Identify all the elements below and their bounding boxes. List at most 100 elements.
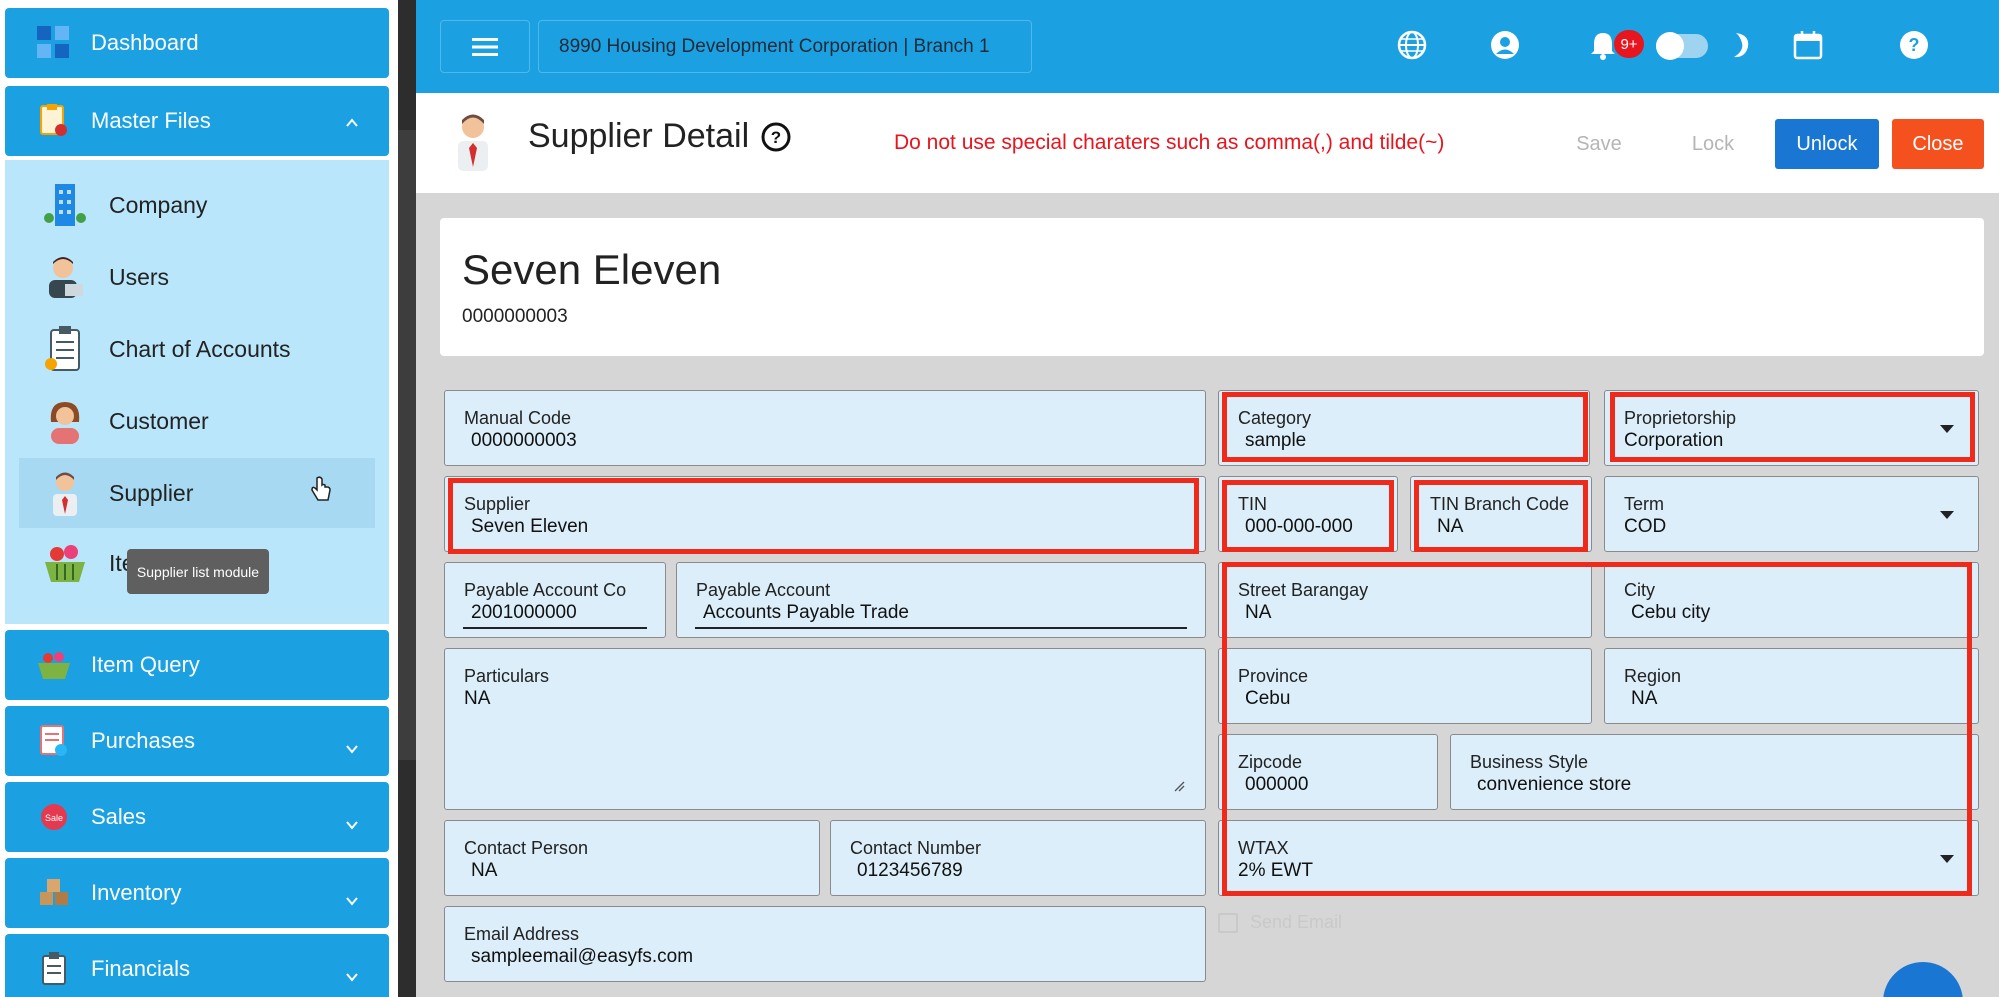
field-underline bbox=[695, 627, 1187, 629]
tin-branch-code-field[interactable]: TIN Branch Code NA bbox=[1410, 476, 1592, 552]
hamburger-menu-button[interactable] bbox=[440, 20, 530, 73]
sidebar-item-dashboard[interactable]: Dashboard bbox=[5, 8, 389, 78]
sidebar-item-label: Company bbox=[109, 191, 208, 218]
sidebar: Dashboard Master Files Company Users Cha… bbox=[0, 0, 398, 997]
field-label: Province bbox=[1238, 666, 1309, 686]
question-circle-icon[interactable]: ? bbox=[760, 121, 792, 158]
floating-action-button[interactable] bbox=[1883, 962, 1963, 997]
globe-icon[interactable] bbox=[1395, 28, 1429, 62]
sidebar-item-company[interactable]: Company bbox=[19, 170, 375, 240]
tin-field[interactable]: TIN 000-000-000 bbox=[1218, 476, 1398, 552]
sidebar-item-chart-of-accounts[interactable]: Chart of Accounts bbox=[19, 314, 375, 384]
calendar-icon[interactable] bbox=[1791, 28, 1825, 62]
contact-number-field[interactable]: Contact Number 0123456789 bbox=[830, 820, 1206, 896]
business-style-field[interactable]: Business Style convenience store bbox=[1450, 734, 1979, 810]
customer-icon bbox=[41, 397, 89, 445]
field-value: Corporation bbox=[1624, 430, 1724, 451]
field-value: 000000 bbox=[1245, 774, 1309, 795]
payable-account-field[interactable]: Payable Account Accounts Payable Trade bbox=[676, 562, 1206, 638]
svg-text:Sale: Sale bbox=[45, 813, 63, 823]
supplier-name-heading: Seven Eleven bbox=[462, 246, 722, 293]
manual-code-field[interactable]: Manual Code 0000000003 bbox=[444, 390, 1206, 466]
wtax-select[interactable]: WTAX 2% EWT bbox=[1218, 820, 1979, 896]
page-header: Supplier Detail ? Do not use special cha… bbox=[416, 93, 1999, 193]
supplier-field[interactable]: Supplier Seven Eleven bbox=[444, 476, 1206, 552]
field-value: NA bbox=[1245, 602, 1272, 623]
field-value: sampleemail@easyfs.com bbox=[471, 946, 694, 967]
sidebar-item-label: Customer bbox=[109, 407, 209, 434]
field-value: NA bbox=[1437, 516, 1464, 537]
unlock-button[interactable]: Unlock bbox=[1775, 119, 1879, 169]
sidebar-item-item-query[interactable]: Item Query bbox=[5, 630, 389, 700]
svg-text:?: ? bbox=[771, 128, 781, 147]
email-address-field[interactable]: Email Address sampleemail@easyfs.com bbox=[444, 906, 1206, 982]
field-value: Cebu city bbox=[1631, 602, 1711, 623]
sidebar-item-users[interactable]: Users bbox=[19, 242, 375, 312]
financials-icon bbox=[35, 950, 73, 988]
close-button[interactable]: Close bbox=[1892, 119, 1984, 169]
supplier-avatar-icon bbox=[450, 111, 496, 176]
field-label: Payable Account bbox=[696, 580, 831, 600]
send-email-checkbox[interactable]: Send Email bbox=[1218, 912, 1342, 933]
field-label: Region bbox=[1624, 666, 1682, 686]
field-label: Particulars bbox=[464, 666, 550, 686]
zipcode-field[interactable]: Zipcode 000000 bbox=[1218, 734, 1438, 810]
help-icon[interactable]: ? bbox=[1897, 28, 1931, 62]
basket-icon bbox=[35, 646, 73, 684]
account-icon[interactable] bbox=[1488, 28, 1522, 62]
notification-badge: 9+ bbox=[1614, 30, 1644, 58]
sidebar-item-label: Users bbox=[109, 263, 170, 290]
term-select[interactable]: Term COD bbox=[1604, 476, 1979, 552]
dashboard-icon bbox=[35, 24, 73, 62]
field-value: NA bbox=[464, 688, 491, 709]
page-title: Supplier Detail bbox=[528, 117, 750, 155]
field-label: Email Address bbox=[464, 924, 580, 944]
category-field[interactable]: Category sample bbox=[1218, 390, 1590, 466]
sidebar-item-financials[interactable]: Financials bbox=[5, 934, 389, 997]
basket-icon bbox=[41, 539, 89, 587]
theme-toggle[interactable] bbox=[1656, 32, 1708, 60]
sidebar-item-inventory[interactable]: Inventory bbox=[5, 858, 389, 928]
supplier-code: 0000000003 bbox=[462, 306, 568, 327]
particulars-textarea[interactable]: Particulars NA bbox=[444, 648, 1206, 810]
sidebar-item-customer[interactable]: Customer bbox=[19, 386, 375, 456]
toggle-knob bbox=[1656, 32, 1684, 60]
sidebar-item-supplier[interactable]: Supplier bbox=[19, 458, 375, 528]
proprietorship-select[interactable]: Proprietorship Corporation bbox=[1604, 390, 1979, 466]
city-field[interactable]: City Cebu city bbox=[1604, 562, 1979, 638]
field-label: Contact Number bbox=[850, 838, 982, 858]
field-value: 0123456789 bbox=[857, 860, 963, 881]
sidebar-item-master-files[interactable]: Master Files bbox=[5, 86, 389, 156]
province-field[interactable]: Province Cebu bbox=[1218, 648, 1592, 724]
contact-person-field[interactable]: Contact Person NA bbox=[444, 820, 820, 896]
field-value: COD bbox=[1624, 516, 1667, 537]
sidebar-item-label: Item Query bbox=[91, 652, 200, 677]
sidebar-item-sales[interactable]: Sale Sales bbox=[5, 782, 389, 852]
field-label: Supplier bbox=[464, 494, 531, 514]
sidebar-item-label: Purchases bbox=[91, 728, 195, 753]
field-label: Zipcode bbox=[1238, 752, 1303, 772]
chevron-down-icon bbox=[345, 964, 359, 982]
scrollbar-thumb[interactable] bbox=[398, 130, 416, 760]
field-underline bbox=[463, 627, 647, 629]
resize-handle-icon[interactable] bbox=[1173, 779, 1185, 797]
checkbox-box[interactable] bbox=[1218, 912, 1238, 933]
sidebar-item-purchases[interactable]: Purchases bbox=[5, 706, 389, 776]
hand-cursor-icon bbox=[309, 476, 333, 510]
lock-button[interactable]: Lock bbox=[1678, 119, 1748, 169]
supplier-icon bbox=[41, 469, 89, 517]
purchases-icon bbox=[35, 722, 73, 760]
payable-account-code-field[interactable]: Payable Account Co 2001000000 bbox=[444, 562, 666, 638]
boxes-icon bbox=[35, 874, 73, 912]
street-barangay-field[interactable]: Street Barangay NA bbox=[1218, 562, 1592, 638]
field-label: Proprietorship bbox=[1624, 408, 1737, 428]
field-label: Street Barangay bbox=[1238, 580, 1369, 600]
company-branch-selector[interactable]: 8990 Housing Development Corporation | B… bbox=[538, 20, 1032, 73]
chevron-down-icon bbox=[345, 812, 359, 830]
checkbox-label: Send Email bbox=[1250, 912, 1343, 932]
field-value: convenience store bbox=[1477, 774, 1632, 795]
save-button[interactable]: Save bbox=[1564, 119, 1634, 169]
moon-icon bbox=[1722, 28, 1756, 62]
region-field[interactable]: Region NA bbox=[1604, 648, 1979, 724]
sidebar-item-label: Inventory bbox=[91, 880, 182, 905]
